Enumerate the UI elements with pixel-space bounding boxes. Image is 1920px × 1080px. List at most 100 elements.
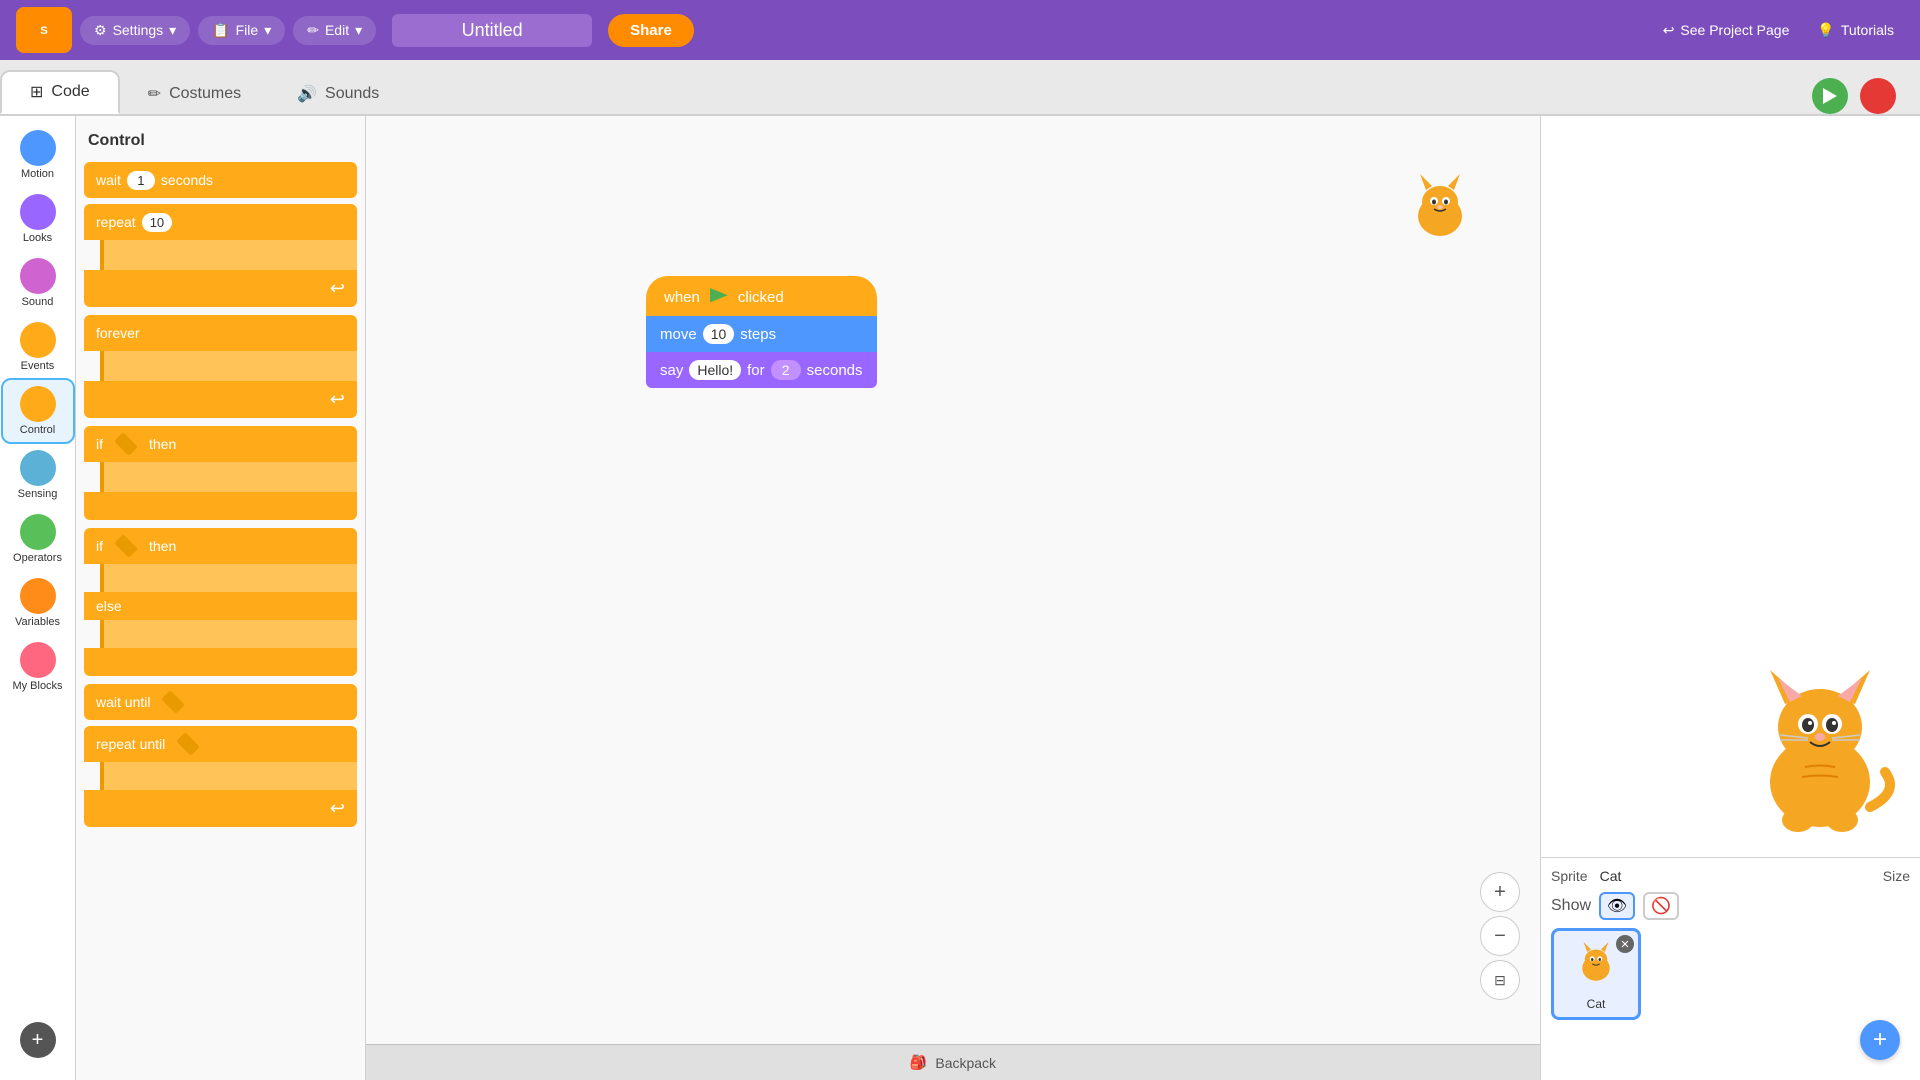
file-button[interactable]: 📋 File ▾ <box>198 16 285 45</box>
repeat-block-bottom: ↩ <box>84 270 357 307</box>
stage-cat-sprite <box>1740 652 1900 837</box>
show-row: Show 👁 🚫 <box>1551 892 1910 920</box>
tab-sounds[interactable]: 🔊 Sounds <box>269 74 407 114</box>
if-else-then-label: then <box>149 538 176 554</box>
show-label: Show <box>1551 897 1591 915</box>
wait-suffix: seconds <box>161 172 213 188</box>
sprite-delete-button[interactable]: ✕ <box>1616 935 1634 953</box>
forever-notch-icon: ↩ <box>330 389 345 410</box>
zoom-in-button[interactable]: + <box>1480 872 1520 912</box>
edit-chevron-icon: ▾ <box>355 22 362 39</box>
category-events[interactable]: Events <box>3 316 73 378</box>
tutorials-icon: 💡 <box>1817 22 1834 39</box>
category-panel: Motion Looks Sound Events Control Sensin… <box>0 116 76 1080</box>
backpack-icon: 🎒 <box>910 1054 927 1071</box>
stop-button[interactable] <box>1860 78 1896 114</box>
category-control[interactable]: Control <box>3 380 73 442</box>
settings-button[interactable]: ⚙ Settings ▾ <box>80 16 190 45</box>
wait-until-block[interactable]: wait until <box>84 684 357 720</box>
flag-icon <box>710 288 728 306</box>
tutorials-button[interactable]: 💡 Tutorials <box>1807 16 1904 45</box>
add-sprite-button[interactable]: + <box>1860 1020 1900 1060</box>
category-myblocks[interactable]: My Blocks <box>3 636 73 698</box>
zoom-fit-button[interactable]: ⊟ <box>1480 960 1520 1000</box>
sounds-tab-icon: 🔊 <box>297 84 317 104</box>
blocks-panel-header: Control <box>84 124 357 162</box>
category-sound[interactable]: Sound <box>3 252 73 314</box>
else-label: else <box>96 598 122 614</box>
tab-costumes[interactable]: ✏ Costumes <box>120 74 269 114</box>
move-value[interactable]: 10 <box>703 324 735 344</box>
repeat-until-block-container: repeat until ↩ <box>84 726 357 827</box>
if-condition-slot <box>114 432 138 456</box>
else-label-block: else <box>84 592 357 620</box>
see-project-button[interactable]: ↩ See Project Page <box>1653 16 1800 45</box>
steps-label: steps <box>740 326 776 343</box>
repeat-block-top[interactable]: repeat 10 <box>84 204 357 240</box>
say-block[interactable]: say Hello! for 2 seconds <box>646 352 877 388</box>
when-flag-clicked-block[interactable]: when clicked <box>646 276 877 316</box>
if-then-block-top[interactable]: if then <box>84 426 357 462</box>
scratch-logo[interactable]: S <box>16 7 72 53</box>
wait-value[interactable]: 1 <box>127 171 155 190</box>
blocks-panel: Control wait 1 seconds repeat 10 ↩ forev… <box>76 116 366 1080</box>
svg-text:S: S <box>40 25 48 37</box>
say-label: say <box>660 362 683 379</box>
size-label: Size <box>1883 868 1910 884</box>
if-else-label: if <box>96 538 103 554</box>
repeat-notch-icon: ↩ <box>330 278 345 299</box>
canvas-cat-sprite <box>1400 166 1480 246</box>
looks-dot <box>20 194 56 230</box>
category-motion[interactable]: Motion <box>3 124 73 186</box>
repeat-until-block-top[interactable]: repeat until <box>84 726 357 762</box>
stage-controls <box>1788 78 1920 114</box>
code-tab-icon: ⊞ <box>30 82 43 102</box>
tab-code[interactable]: ⊞ Code <box>0 70 120 114</box>
variables-dot <box>20 578 56 614</box>
if-then-block-inner <box>100 462 357 492</box>
if-else-else-inner <box>100 620 357 648</box>
file-icon: 📋 <box>212 22 229 39</box>
cat-sprite-thumb[interactable]: ✕ Cat <box>1551 928 1641 1020</box>
extension-plus-icon: + <box>20 1022 56 1058</box>
repeat-label: repeat <box>96 214 136 230</box>
forever-block-container: forever ↩ <box>84 315 357 418</box>
forever-block-inner <box>100 351 357 381</box>
control-dot <box>20 386 56 422</box>
seconds-label: seconds <box>807 362 863 379</box>
category-operators[interactable]: Operators <box>3 508 73 570</box>
sprite-name-value: Cat <box>1600 868 1622 884</box>
repeat-value[interactable]: 10 <box>142 213 172 232</box>
share-button[interactable]: Share <box>608 14 694 47</box>
forever-block-bottom: ↩ <box>84 381 357 418</box>
category-sensing[interactable]: Sensing <box>3 444 73 506</box>
edit-button[interactable]: ✏ Edit ▾ <box>293 16 376 45</box>
stage-info-panel: Sprite Cat Size Show 👁 🚫 ✕ <box>1541 857 1920 1080</box>
say-seconds-value[interactable]: 2 <box>771 360 801 380</box>
say-value[interactable]: Hello! <box>689 360 741 380</box>
tabbar: ⊞ Code ✏ Costumes 🔊 Sounds <box>0 60 1920 116</box>
add-sprite-area: + <box>1551 1020 1910 1070</box>
zoom-out-button[interactable]: − <box>1480 916 1520 956</box>
category-variables[interactable]: Variables <box>3 572 73 634</box>
repeat-until-label: repeat until <box>96 736 165 752</box>
move-steps-block[interactable]: move 10 steps <box>646 316 877 352</box>
repeat-until-notch-icon: ↩ <box>330 798 345 819</box>
myblocks-dot <box>20 642 56 678</box>
edit-icon: ✏ <box>307 22 319 39</box>
add-extension-button[interactable]: + <box>3 1016 73 1064</box>
forever-label: forever <box>96 325 140 341</box>
wait-block[interactable]: wait 1 seconds <box>84 162 357 198</box>
show-hidden-button[interactable]: 🚫 <box>1643 892 1679 920</box>
then-label: then <box>149 436 176 452</box>
forever-block-top[interactable]: forever <box>84 315 357 351</box>
backpack-panel[interactable]: 🎒 Backpack <box>366 1044 1540 1080</box>
show-visible-button[interactable]: 👁 <box>1599 892 1635 920</box>
category-looks[interactable]: Looks <box>3 188 73 250</box>
green-flag-button[interactable] <box>1812 78 1848 114</box>
for-label: for <box>747 362 765 379</box>
if-then-block-bottom <box>84 492 357 520</box>
if-else-block-top[interactable]: if then <box>84 528 357 564</box>
project-title-input[interactable] <box>392 14 592 47</box>
if-else-then-inner <box>100 564 357 592</box>
